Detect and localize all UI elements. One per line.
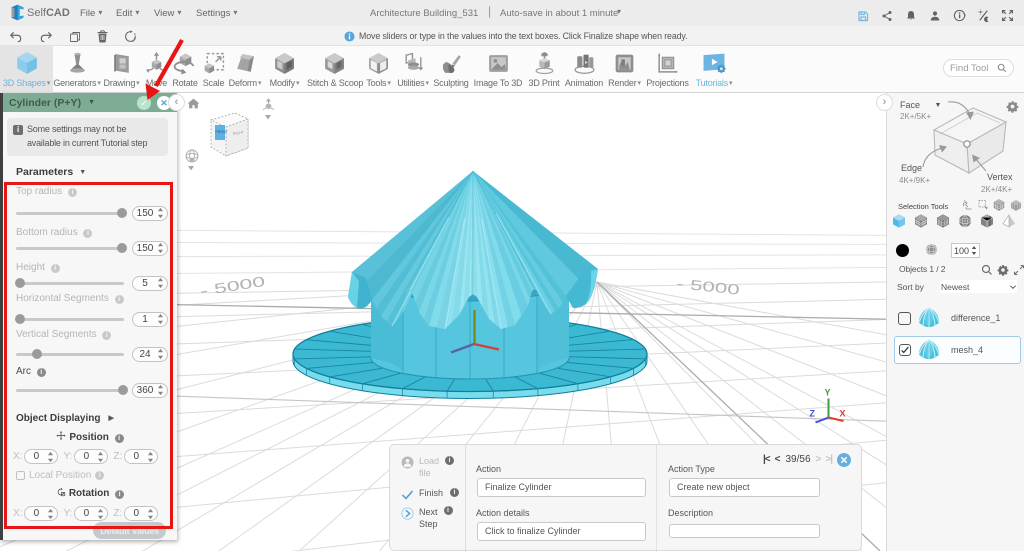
svg-text:- 5000: - 5000 bbox=[199, 274, 266, 299]
svg-text:- 5000: - 5000 bbox=[676, 275, 741, 297]
svg-text:Z: Z bbox=[810, 409, 816, 419]
svg-text:Y: Y bbox=[825, 388, 831, 398]
svg-text:FRONT: FRONT bbox=[216, 130, 229, 134]
svg-text:X: X bbox=[840, 409, 846, 419]
